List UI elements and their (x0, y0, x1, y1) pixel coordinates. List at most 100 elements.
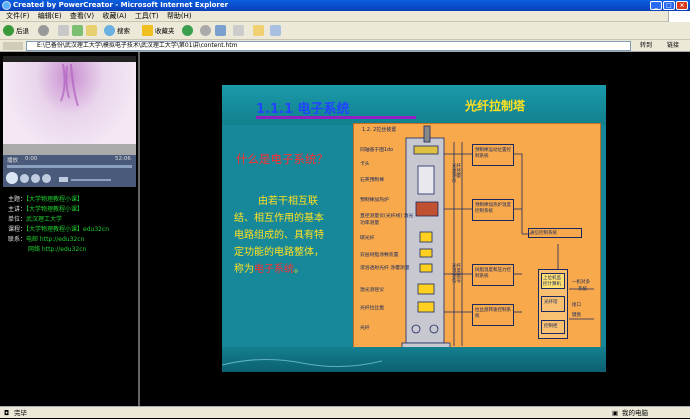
info-row: 主题：【大学物理教程小课】 (8, 196, 84, 203)
body-line-last: 称为电子系统。 (234, 264, 304, 275)
menu-edit[interactable]: 编辑(E) (38, 11, 62, 22)
close-icon[interactable]: × (676, 1, 688, 10)
pause-button-icon[interactable] (6, 172, 18, 184)
info-row: 联系：电邮 http://edu32cn (8, 236, 85, 243)
info-row: 主讲：【大学物理教程小课】 (8, 206, 84, 213)
search-button[interactable]: 搜索 (117, 25, 130, 37)
body-line: 定功能的电路整体， (234, 247, 324, 258)
body-line: 结、相互作用的基本 (234, 213, 324, 224)
diagram-note: 接口 (572, 303, 581, 308)
back-button[interactable]: 后退 (16, 25, 29, 37)
stop-button-icon[interactable] (20, 174, 29, 183)
favorites-star-icon[interactable] (142, 25, 153, 36)
maximize-icon[interactable]: □ (663, 1, 675, 10)
status-text: 完毕 (14, 409, 27, 417)
player-time-right: 52:06 (115, 156, 131, 162)
diagram-note: 键盘 (572, 313, 581, 318)
cabinet-box: 控制柜 (541, 320, 565, 334)
ie-page-icon: ◘ (4, 409, 10, 417)
lecture-video[interactable] (3, 56, 136, 155)
lecture-slide: 1.1.1 电子系统 光纤拉制塔 什么是电子系统？ 由若干相互联 结、相互作用的… (222, 85, 606, 372)
prev-button-icon[interactable] (31, 174, 40, 183)
volume-icon[interactable] (59, 177, 68, 182)
menu-bar: 文件(F) 编辑(E) 查看(V) 收藏(A) 工具(T) 帮助(H) (0, 11, 690, 22)
control-box: 树脂温度和压力控制系统 (472, 264, 514, 286)
player-time-left: 0:00 (25, 156, 38, 162)
next-button-icon[interactable] (42, 174, 51, 183)
diagram-vertical-label: 光纤温度测量信号 (452, 264, 461, 284)
menu-favorites[interactable]: 收藏(A) (102, 11, 126, 22)
folder-icon[interactable] (253, 25, 264, 36)
forward-arrow-icon[interactable] (38, 25, 49, 36)
diagram-label: 直径测量仪(光纤线) 激光功率测量 (360, 214, 414, 226)
diagram-caption: 1.2. 2拉丝装置 (362, 127, 397, 133)
links-label: 链接 (667, 42, 680, 49)
body-line: 电路组成的、具有特 (234, 230, 324, 241)
minimize-icon[interactable]: _ (650, 1, 662, 10)
diagram-label: 同轴基于图1do (360, 148, 394, 153)
diagram-label: 光纤拉丝盘 (360, 306, 384, 311)
video-frame-art (3, 63, 136, 155)
menu-tools[interactable]: 工具(T) (135, 11, 159, 22)
diagram-note: 系统 (578, 287, 587, 292)
control-box: 通信控制系统 (528, 228, 582, 238)
ie-logo-icon (2, 1, 11, 10)
zone-text: 我的电脑 (622, 409, 648, 417)
window-title: Created by PowerCreator - Microsoft Inte… (13, 1, 229, 9)
info-row: 课程：【大学物理教程小课】edu32cn (8, 226, 110, 233)
lecture-panel: 播放 0:00 52:06 主题：【大学物理教程小课】 主讲：【大学物理教程小课… (0, 52, 140, 406)
windows-logo-icon (668, 11, 690, 22)
menu-file[interactable]: 文件(F) (6, 11, 30, 22)
diagram-title: 光纤拉制塔 (465, 99, 526, 113)
menu-view[interactable]: 查看(V) (70, 11, 94, 22)
slide-question: 什么是电子系统？ (236, 152, 328, 166)
volume-slider[interactable] (71, 179, 111, 181)
history-icon[interactable] (200, 25, 211, 36)
diagram-label: 碳光纤 (360, 236, 375, 241)
search-icon[interactable] (104, 25, 115, 36)
media-icon[interactable] (182, 25, 193, 36)
diagram-label: 溶浴透射光纤 涂覆测量 (360, 266, 410, 271)
course-info: 主题：【大学物理教程小课】 主讲：【大学物理教程小课】 单位：武汉理工大学 课程… (3, 189, 136, 281)
back-arrow-icon[interactable] (3, 25, 14, 36)
diagram-label: 光纤 (360, 326, 370, 331)
control-box: 预制棒加热炉温度控制系统 (472, 199, 514, 221)
tower-box: 光纤塔 (541, 296, 565, 312)
favorites-button[interactable]: 收藏夹 (155, 25, 175, 37)
links-button[interactable]: 链接 (667, 41, 689, 51)
fiber-tower-diagram: 1.2. 2拉丝装置 同轴基于图1do 卡头 石英预制棒 预制棒加热炉 直径测量… (353, 123, 601, 353)
address-bar: E:\已备份\武汉理工大学\模拟电子技术\武汉理工大学\第01讲\content… (0, 40, 690, 52)
monitor-box: 上位机监控计算机 (541, 273, 565, 289)
address-path: E:\已备份\武汉理工大学\模拟电子技术\武汉理工大学\第01讲\content… (37, 42, 238, 49)
address-label-icon (3, 42, 23, 50)
mail-icon[interactable] (215, 25, 226, 36)
diagram-label: 卡头 (360, 162, 370, 167)
diagram-label: 激光测径仪 (360, 288, 384, 293)
diagram-label: 预制棒加热炉 (360, 198, 389, 203)
title-underline (256, 116, 416, 119)
control-box: 预制棒运动位置控制系统 (472, 144, 514, 166)
go-label: 转到 (640, 42, 653, 49)
seek-slider[interactable] (7, 165, 132, 168)
print-icon[interactable] (233, 25, 244, 36)
info-row: 网络 http://edu32cn (28, 246, 87, 253)
refresh-icon[interactable] (72, 25, 83, 36)
menu-help[interactable]: 帮助(H) (167, 11, 192, 22)
diagram-label: 石英预制棒 (360, 178, 384, 183)
body-line: 由若干相互联 (258, 196, 318, 207)
slide-footer-decoration (222, 347, 606, 372)
player-status: 播放 (7, 158, 19, 164)
toolbar: 后退 搜索 收藏夹 (0, 22, 690, 40)
go-button[interactable]: 转到 (640, 41, 662, 51)
stop-icon[interactable] (58, 25, 69, 36)
messenger-icon[interactable] (270, 25, 281, 36)
address-input[interactable]: E:\已备份\武汉理工大学\模拟电子技术\武汉理工大学\第01讲\content… (26, 41, 631, 51)
home-icon[interactable] (86, 25, 97, 36)
computer-icon: ▣ (612, 409, 619, 417)
wave-decoration (222, 358, 383, 368)
diagram-note: 一机对多 (572, 280, 590, 285)
window-title-bar: Created by PowerCreator - Microsoft Inte… (0, 0, 690, 11)
status-bar: ◘ 完毕 ▣ 我的电脑 (0, 406, 690, 418)
diagram-vertical-label: 光纤直径测量仪 (452, 164, 461, 184)
computer-cabinet: 上位机监控计算机 光纤塔 控制柜 (538, 269, 568, 339)
